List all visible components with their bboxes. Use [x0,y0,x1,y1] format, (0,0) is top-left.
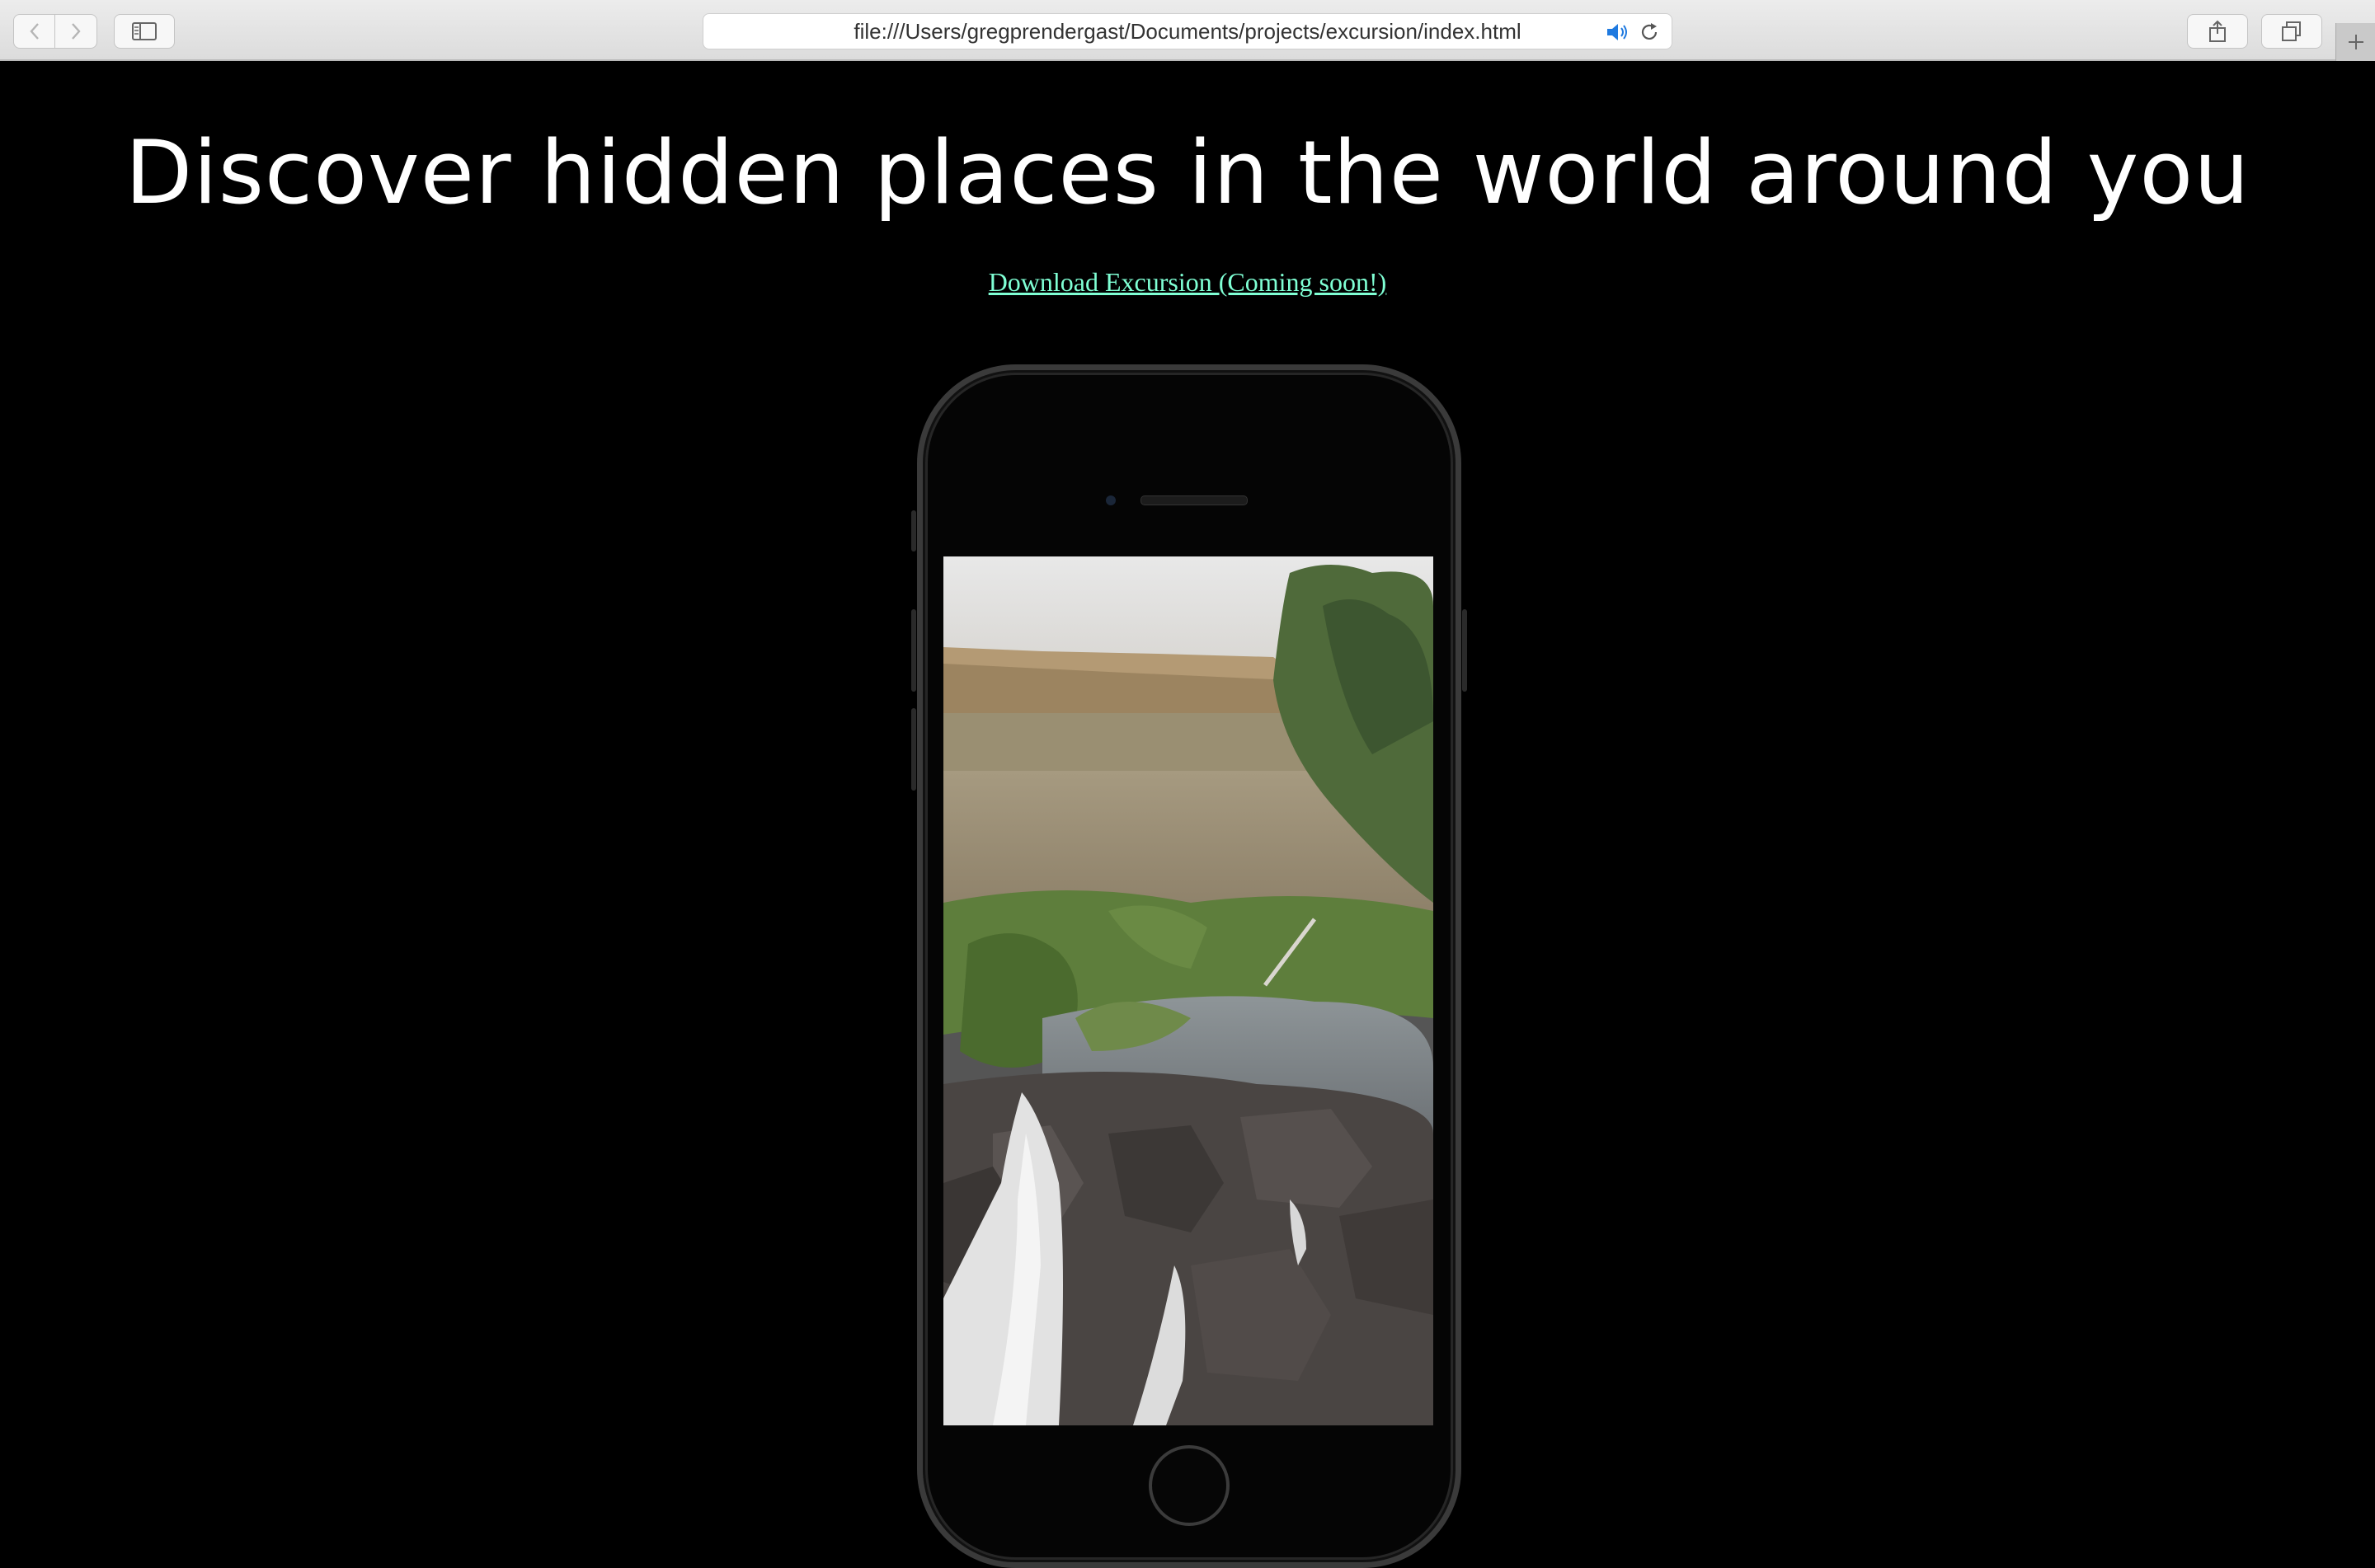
phone-home-button [1149,1445,1230,1526]
waterfall-video-frame [943,556,1433,1425]
download-link-container: Download Excursion (Coming soon!) [0,267,2375,298]
address-bar[interactable]: file:///Users/gregprendergast/Documents/… [703,13,1672,49]
phone-earpiece [1140,495,1248,505]
chevron-right-icon [72,23,81,40]
share-button[interactable] [2187,14,2248,49]
forward-button[interactable] [55,14,97,49]
sidebar-icon [132,22,157,40]
tabs-overview-button[interactable] [2261,14,2322,49]
new-tab-button[interactable] [2335,23,2375,61]
browser-toolbar: file:///Users/gregprendergast/Documents/… [0,0,2375,61]
download-link[interactable]: Download Excursion (Coming soon!) [989,267,1387,297]
navigation-buttons [13,14,97,49]
phone-mute-switch [911,510,916,552]
phone-volume-down [911,708,916,791]
sidebar-button[interactable] [114,14,175,49]
phone-mockup [911,364,1467,1568]
phone-screen-video[interactable] [943,556,1433,1425]
plus-icon [2348,35,2363,49]
url-text: file:///Users/gregprendergast/Documents/… [854,18,1521,44]
tabs-icon [2282,21,2301,41]
phone-power-button [1462,609,1467,692]
share-icon [2209,20,2226,42]
page-headline: Discover hidden places in the world arou… [125,122,2250,223]
back-button[interactable] [13,14,55,49]
reload-icon[interactable] [1639,21,1660,43]
chevron-left-icon [29,23,39,40]
page-content: Discover hidden places in the world arou… [0,61,2375,1568]
phone-camera [1106,495,1116,505]
phone-volume-up [911,609,916,692]
speaker-icon[interactable] [1606,22,1629,42]
